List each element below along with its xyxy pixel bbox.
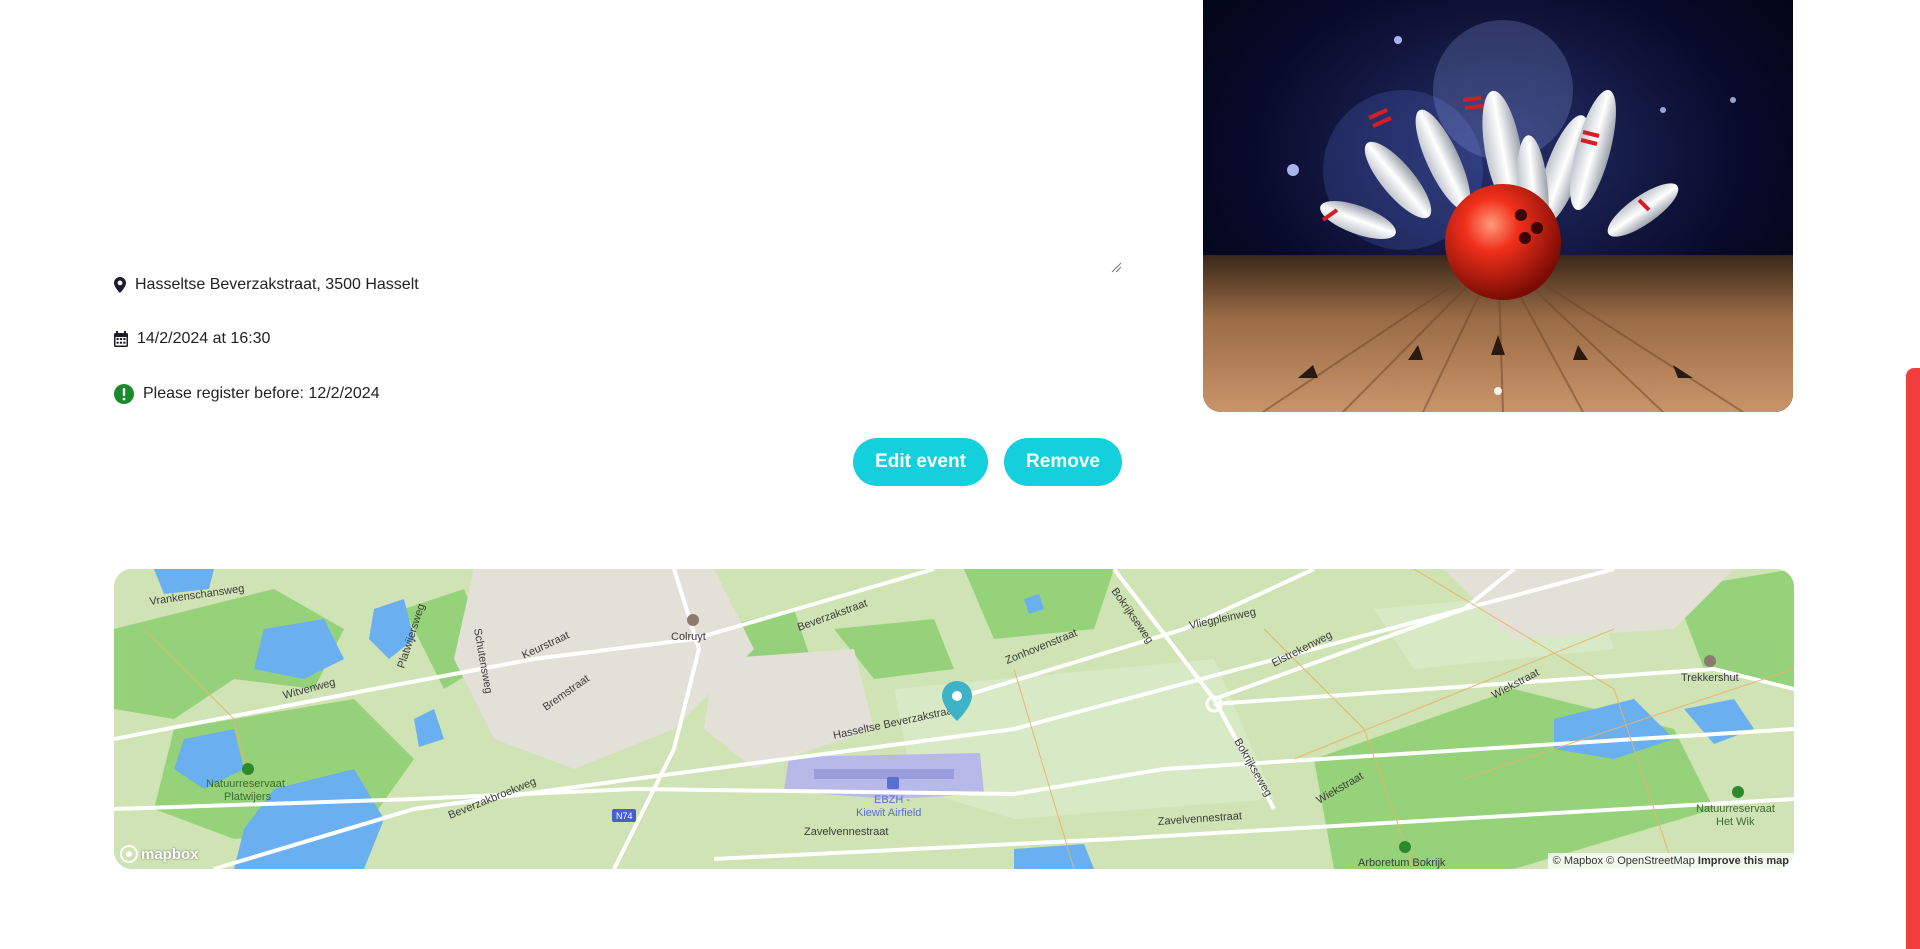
registration-deadline: Please register before: 12/2/2024 xyxy=(114,384,380,404)
exclamation-circle-icon xyxy=(114,384,134,404)
event-image-carousel[interactable] xyxy=(1203,0,1793,412)
mapbox-logo-text: mapbox xyxy=(141,845,199,863)
resize-handle-icon[interactable] xyxy=(1110,261,1122,273)
park-icon xyxy=(1732,786,1744,798)
description-textarea[interactable] xyxy=(114,0,1122,273)
map-label: Natuurreservaat xyxy=(1696,803,1775,815)
event-location: Hasseltse Beverzakstraat, 3500 Hasselt xyxy=(114,276,419,294)
airport-icon xyxy=(887,777,899,789)
registration-deadline-text: Please register before: 12/2/2024 xyxy=(143,385,380,402)
location-pin-icon xyxy=(114,277,126,293)
map-label: Zavelvennestraat xyxy=(804,826,888,838)
shop-icon xyxy=(687,614,699,626)
page-scrollbar[interactable] xyxy=(1906,0,1920,949)
scrollbar-thumb[interactable] xyxy=(1906,368,1920,949)
osm-attribution-link[interactable]: © OpenStreetMap xyxy=(1606,855,1695,867)
map-label: Kiewit Airfield xyxy=(856,807,921,819)
map-label: Het Wik xyxy=(1716,816,1755,828)
event-datetime-text: 14/2/2024 at 16:30 xyxy=(137,330,271,347)
mapbox-logo[interactable]: mapbox xyxy=(120,845,199,863)
map-label: Colruyt xyxy=(671,631,706,643)
mapbox-attribution-link[interactable]: © Mapbox xyxy=(1553,855,1603,867)
map-canvas[interactable]: Vrankenschansweg Platwijersweg Schutensw… xyxy=(114,569,1794,869)
edit-event-button[interactable]: Edit event xyxy=(853,438,988,486)
event-datetime: 14/2/2024 at 16:30 xyxy=(114,330,270,348)
map-label: EBZH - xyxy=(874,794,910,806)
map-label: Arboretum Bokrijk xyxy=(1358,857,1446,869)
event-location-text: Hasseltse Beverzakstraat, 3500 Hasselt xyxy=(135,276,419,293)
map-label: Natuurreservaat xyxy=(206,778,285,790)
hut-icon xyxy=(1704,655,1716,667)
location-map[interactable]: Vrankenschansweg Platwijersweg Schutensw… xyxy=(114,569,1794,869)
mapbox-logo-icon xyxy=(120,845,138,863)
map-label: Trekkershut xyxy=(1681,672,1739,684)
bowling-image xyxy=(1203,0,1793,412)
map-label: Platwijers xyxy=(224,791,272,803)
map-label: N74 xyxy=(616,811,633,821)
calendar-icon xyxy=(114,331,128,347)
improve-map-link[interactable]: Improve this map xyxy=(1698,855,1789,867)
park-icon xyxy=(1399,841,1411,853)
carousel-indicator-dot[interactable] xyxy=(1494,387,1502,395)
map-attribution: © Mapbox © OpenStreetMap Improve this ma… xyxy=(1547,853,1794,869)
park-icon xyxy=(242,763,254,775)
remove-event-button[interactable]: Remove xyxy=(1004,438,1122,486)
